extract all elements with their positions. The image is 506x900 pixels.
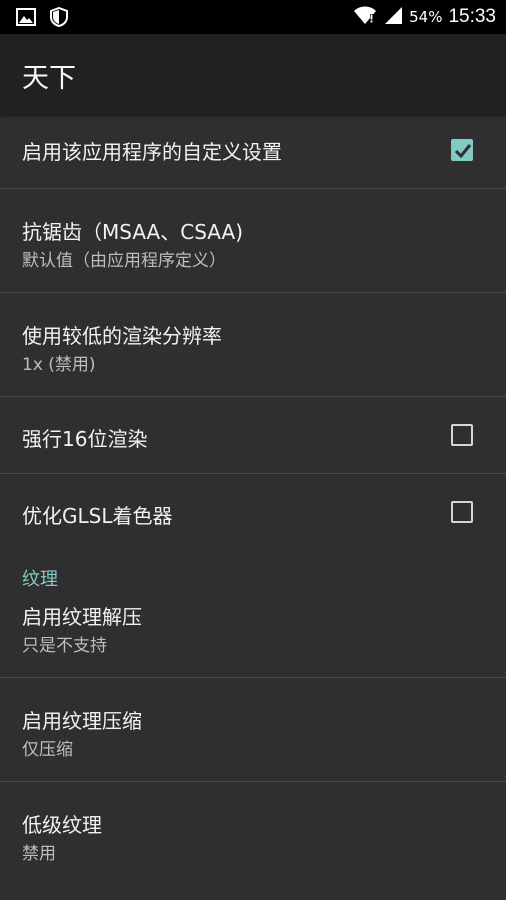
setting-title: 抗锯齿（MSAA、CSAA) <box>22 220 243 244</box>
setting-title: 低级纹理 <box>22 813 102 837</box>
setting-title: 启用纹理解压 <box>22 605 142 629</box>
setting-texture-decompress[interactable]: 启用纹理解压 只是不支持 <box>0 601 506 678</box>
setting-texture-compress[interactable]: 启用纹理压缩 仅压缩 <box>0 678 506 782</box>
clock: 15:33 <box>448 6 496 27</box>
settings-list: 启用该应用程序的自定义设置 抗锯齿（MSAA、CSAA) 默认值（由应用程序定义… <box>0 114 506 875</box>
signal-icon <box>383 5 403 29</box>
toolbar: 天下 <box>0 34 506 114</box>
section-texture: 纹理 <box>0 551 506 601</box>
custom-settings-checkbox[interactable] <box>451 139 473 161</box>
setting-force-16bit[interactable]: 强行16位渲染 <box>0 397 506 474</box>
setting-summary: 1x (禁用) <box>22 355 96 375</box>
section-header: 纹理 <box>22 569 58 590</box>
force-16bit-checkbox[interactable] <box>451 424 473 446</box>
setting-title: 使用较低的渲染分辨率 <box>22 324 222 348</box>
checkmark-icon <box>454 144 472 159</box>
setting-antialiasing[interactable]: 抗锯齿（MSAA、CSAA) 默认值（由应用程序定义） <box>0 189 506 293</box>
setting-optimize-glsl[interactable]: 优化GLSL着色器 <box>0 474 506 551</box>
setting-low-texture[interactable]: 低级纹理 禁用 <box>0 782 506 875</box>
image-notification-icon <box>16 8 36 30</box>
setting-title: 启用该应用程序的自定义设置 <box>22 140 282 164</box>
setting-summary: 禁用 <box>22 844 56 864</box>
setting-summary: 仅压缩 <box>22 740 73 760</box>
status-bar: 54% 15:33 <box>0 0 506 34</box>
setting-title: 启用纹理压缩 <box>22 709 142 733</box>
setting-lower-resolution[interactable]: 使用较低的渲染分辨率 1x (禁用) <box>0 293 506 397</box>
setting-title: 强行16位渲染 <box>22 427 148 451</box>
setting-summary: 只是不支持 <box>22 636 107 656</box>
setting-custom-settings[interactable]: 启用该应用程序的自定义设置 <box>0 114 506 189</box>
wifi-icon <box>353 5 377 29</box>
shield-icon <box>50 6 68 31</box>
page-title: 天下 <box>22 63 76 94</box>
setting-summary: 默认值（由应用程序定义） <box>22 251 226 271</box>
optimize-glsl-checkbox[interactable] <box>451 501 473 523</box>
battery-percent: 54% <box>409 8 443 26</box>
setting-title: 优化GLSL着色器 <box>22 504 173 528</box>
